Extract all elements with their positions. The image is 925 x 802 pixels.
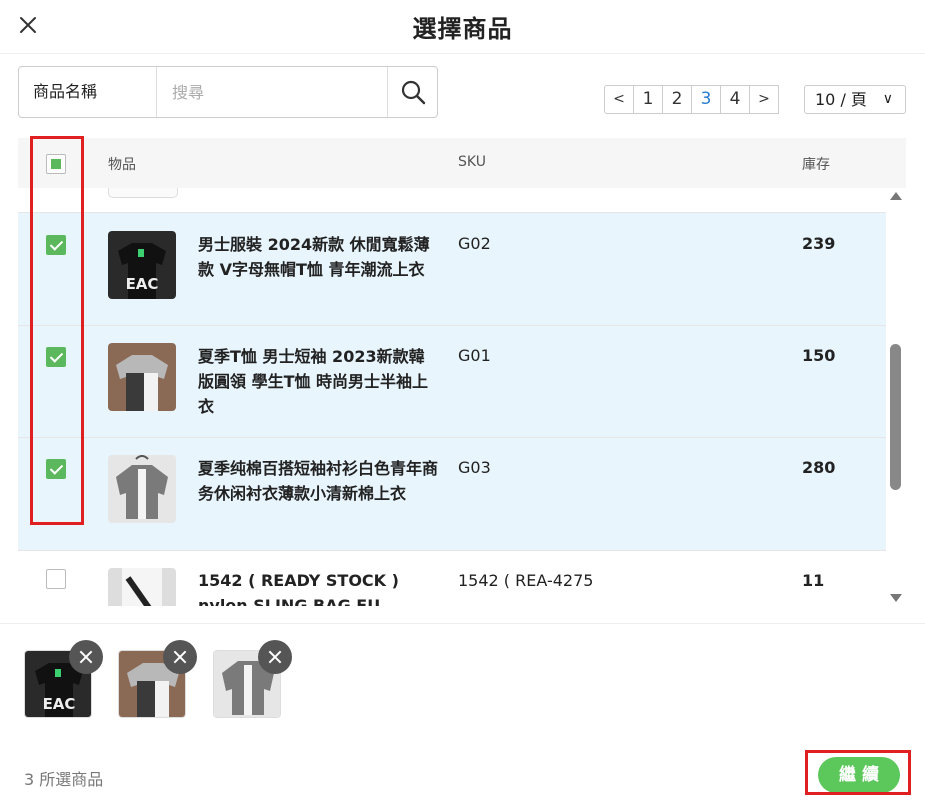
table-row[interactable]: EAC 男士服裝 2024新款 休閒寬鬆薄款 V字母無帽T恤 青年潮流上衣 G0… — [18, 213, 886, 326]
row-checkbox[interactable] — [46, 347, 66, 367]
svg-text:EAC: EAC — [43, 695, 76, 713]
product-name: 男士服裝 2024新款 休閒寬鬆薄款 V字母無帽T恤 青年潮流上衣 — [198, 235, 430, 279]
table-row[interactable]: 夏季纯棉百搭短袖衬衫白色青年商务休闲衬衣薄款小清新棉上衣 G03 280 — [18, 438, 886, 551]
product-thumbnail: EAC — [108, 231, 176, 299]
per-page-label: 10 / 頁 — [815, 90, 867, 109]
remove-selected-item-button[interactable] — [163, 640, 197, 674]
table-row[interactable]: 夏季T恤 男士短袖 2023新款韓版圓領 學生T恤 時尚男士半袖上衣 G01 1… — [18, 326, 886, 438]
column-header-item: 物品 — [108, 157, 136, 173]
pagination-prev-button[interactable]: < — [604, 85, 634, 114]
product-stock: 239 — [802, 234, 836, 253]
selected-count: 3 所選商品 — [24, 770, 104, 789]
product-sku: G01 — [458, 346, 491, 365]
table-scrollbar[interactable] — [887, 188, 905, 606]
product-thumbnail — [108, 455, 176, 523]
search-input[interactable] — [158, 67, 388, 117]
pagination-page-1[interactable]: 1 — [633, 85, 663, 114]
pagination-page-4[interactable]: 4 — [720, 85, 750, 114]
product-thumbnail — [108, 343, 176, 411]
remove-selected-item-button[interactable] — [69, 640, 103, 674]
product-stock: 150 — [802, 346, 836, 365]
select-all-checkbox[interactable] — [46, 154, 66, 174]
svg-text:EAC: EAC — [126, 275, 159, 293]
row-checkbox[interactable] — [46, 235, 66, 255]
row-checkbox[interactable] — [46, 459, 66, 479]
pagination-page-2[interactable]: 2 — [662, 85, 692, 114]
scroll-down-arrow-icon[interactable] — [890, 594, 902, 602]
column-header-sku: SKU — [458, 154, 486, 170]
scrollbar-thumb[interactable] — [890, 344, 901, 490]
product-sku: G03 — [458, 458, 491, 477]
product-table-body: EAC 男士服裝 2024新款 休閒寬鬆薄款 V字母無帽T恤 青年潮流上衣 G0… — [18, 188, 886, 606]
search-box: 商品名稱 — [18, 66, 438, 118]
remove-selected-item-button[interactable] — [258, 640, 292, 674]
product-sku: G02 — [458, 234, 491, 253]
scroll-up-arrow-icon[interactable] — [890, 192, 902, 200]
modal-header: 選擇商品 — [0, 0, 925, 54]
pagination-next-button[interactable]: > — [749, 85, 779, 114]
column-header-stock: 庫存 — [802, 157, 830, 173]
chevron-down-icon: ∨ — [882, 91, 893, 107]
product-thumbnail-partial — [108, 188, 178, 198]
per-page-select[interactable]: 10 / 頁 ∨ — [804, 85, 906, 114]
product-name: 1542 ( READY STOCK ) nylon SLING BAG EU — [198, 571, 399, 606]
product-thumbnail — [108, 568, 176, 606]
search-button[interactable] — [387, 67, 437, 117]
pagination-page-3[interactable]: 3 — [691, 85, 721, 114]
page-title: 選擇商品 — [412, 15, 513, 43]
search-filter-select[interactable]: 商品名稱 — [19, 67, 157, 117]
row-checkbox[interactable] — [46, 569, 66, 589]
table-header: 物品 SKU 庫存 — [18, 138, 906, 188]
search-icon — [401, 80, 425, 105]
product-sku: 1542 ( REA-4275 — [458, 571, 594, 590]
product-stock: 280 — [802, 458, 836, 477]
pagination: < 1 2 3 4 > — [604, 85, 779, 114]
product-stock: 11 — [802, 571, 825, 590]
table-row[interactable]: 1542 ( READY STOCK ) nylon SLING BAG EU … — [18, 551, 886, 606]
continue-button[interactable]: 繼續 — [818, 757, 900, 793]
table-row — [18, 188, 886, 213]
product-name: 夏季纯棉百搭短袖衬衫白色青年商务休闲衬衣薄款小清新棉上衣 — [198, 459, 439, 503]
product-name: 夏季T恤 男士短袖 2023新款韓版圓領 學生T恤 時尚男士半袖上衣 — [198, 347, 429, 416]
